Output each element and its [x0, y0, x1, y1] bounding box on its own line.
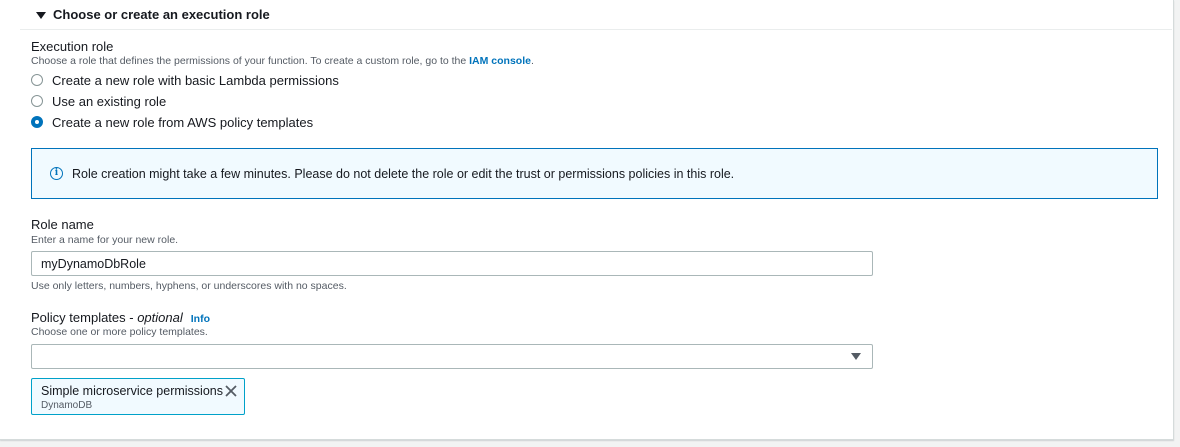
execution-role-description-text: Choose a role that defines the permissio…	[31, 55, 470, 67]
policy-templates-label: Policy templates - optional Info	[31, 310, 210, 325]
radio-option-basic-lambda[interactable]: Create a new role with basic Lambda perm…	[31, 71, 339, 89]
radio-button[interactable]	[31, 95, 43, 107]
role-name-input[interactable]	[31, 251, 873, 276]
info-alert: i Role creation might take a few minutes…	[31, 148, 1158, 199]
optional-marker: optional	[137, 310, 183, 325]
role-name-constraint: Use only letters, numbers, hyphens, or u…	[31, 280, 347, 292]
caret-down-icon	[36, 12, 46, 19]
radio-option-label: Use an existing role	[52, 93, 167, 109]
radio-option-existing-role[interactable]: Use an existing role	[31, 92, 166, 110]
section-title: Choose or create an execution role	[53, 7, 270, 22]
caret-down-icon	[851, 353, 861, 360]
execution-role-label: Execution role	[31, 39, 114, 54]
execution-role-panel: Choose or create an execution role Execu…	[0, 0, 1174, 440]
policy-template-token: Simple microservice permissions DynamoDB	[31, 378, 245, 415]
radio-option-label: Create a new role from AWS policy templa…	[52, 114, 314, 130]
execution-role-description-suffix: .	[530, 55, 534, 67]
iam-console-link[interactable]: IAM console	[469, 55, 531, 67]
info-alert-text: Role creation might take a few minutes. …	[72, 166, 735, 181]
token-sublabel: DynamoDB	[41, 400, 93, 411]
info-link[interactable]: Info	[191, 313, 210, 325]
execution-role-description: Choose a role that defines the permissio…	[31, 55, 534, 67]
role-name-label: Role name	[31, 217, 94, 232]
token-label: Simple microservice permissions	[41, 384, 223, 398]
role-name-description: Enter a name for your new role.	[31, 234, 179, 246]
policy-templates-select[interactable]	[31, 344, 873, 369]
policy-templates-label-text: Policy templates -	[31, 310, 138, 325]
section-expander[interactable]: Choose or create an execution role	[20, 0, 1172, 30]
info-icon: i	[50, 167, 63, 180]
radio-option-policy-templates[interactable]: Create a new role from AWS policy templa…	[31, 113, 313, 131]
radio-button[interactable]	[31, 74, 43, 86]
policy-templates-description: Choose one or more policy templates.	[31, 326, 208, 338]
radio-button-selected[interactable]	[31, 116, 43, 128]
radio-option-label: Create a new role with basic Lambda perm…	[52, 72, 339, 88]
close-icon[interactable]	[224, 384, 238, 398]
